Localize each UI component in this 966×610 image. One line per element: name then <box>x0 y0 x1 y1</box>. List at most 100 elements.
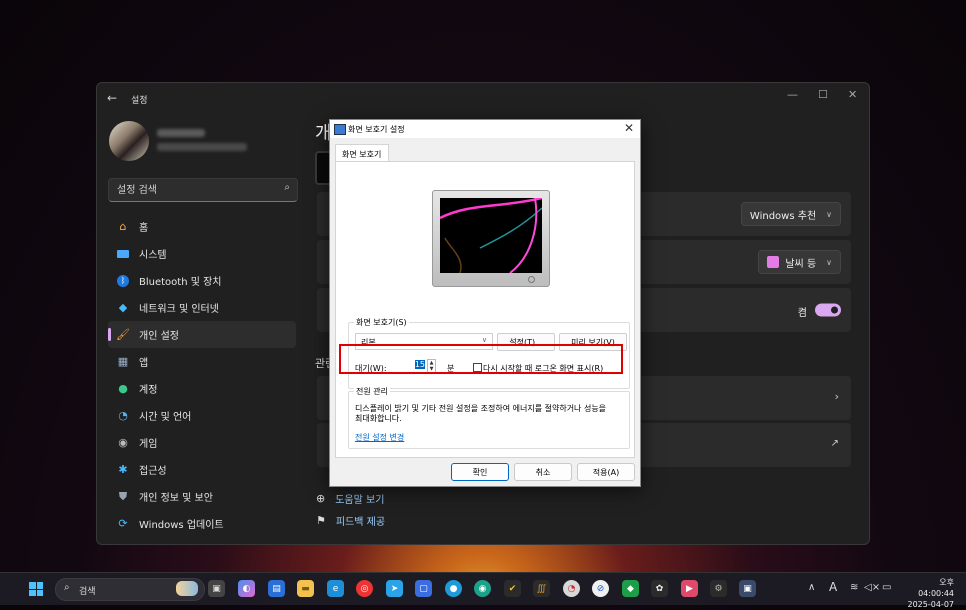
dropdown-value: 날씨 등 <box>785 258 817 270</box>
power-settings-link[interactable]: 전원 설정 변경 <box>355 432 404 443</box>
file-explorer-icon[interactable]: ▬ <box>297 580 314 597</box>
chevron-right-icon: › <box>834 390 839 403</box>
sidebar-item-label: 네트워크 및 인터넷 <box>139 304 219 315</box>
sidebar-item-accounts[interactable]: ● 계정 <box>108 375 296 402</box>
stripes-app-icon[interactable]: ∭ <box>533 580 550 597</box>
taskbar-clock[interactable]: 오후 04:00:44 2025-04-07 <box>902 577 955 610</box>
ok-button[interactable]: 확인 <box>451 463 509 481</box>
minimize-icon[interactable]: — <box>787 88 798 101</box>
dialog-title: 화면 보호기 설정 <box>348 125 405 134</box>
battery-icon[interactable]: ▭ <box>882 582 891 593</box>
tray-overflow-chevron-icon[interactable]: ∧ <box>808 582 815 593</box>
update-icon: ⟳ <box>118 517 128 530</box>
apply-button[interactable]: 적용(A) <box>577 463 635 481</box>
dialog-titlebar: 화면 보호기 설정 ✕ <box>330 120 640 138</box>
sidebar-item-bluetooth[interactable]: ᛒ Bluetooth 및 장치 <box>108 267 296 294</box>
maximize-icon[interactable]: ☐ <box>818 88 828 101</box>
screensaver-taskbar-icon[interactable]: ▣ <box>739 580 756 597</box>
ime-indicator[interactable]: A <box>829 580 837 594</box>
tab-screensaver[interactable]: 화면 보호기 <box>335 144 389 162</box>
start-button[interactable] <box>29 582 43 596</box>
screensaver-app-icon <box>334 124 346 135</box>
windows-logo-pane <box>29 589 36 596</box>
chatgpt-icon[interactable]: ✿ <box>651 580 668 597</box>
wifi-tray-icon[interactable]: ≋ <box>850 582 858 593</box>
monitor-power-led <box>528 276 535 283</box>
power-group: 전원 관리 디스플레이 밝기 및 기타 전원 설정을 조정하여 에너지를 절약하… <box>348 386 630 449</box>
screensaver-preview-image <box>440 198 542 273</box>
evernote-icon[interactable]: ◆ <box>622 580 639 597</box>
green-app-icon[interactable]: ◉ <box>474 580 491 597</box>
help-link-label: 도움말 보기 <box>335 495 385 506</box>
tab-label: 화면 보호기 <box>342 150 382 159</box>
person-icon: ● <box>118 382 128 395</box>
sidebar-item-apps[interactable]: ▦ 앱 <box>108 348 296 375</box>
sidebar-item-label: 개인 정보 및 보안 <box>139 493 213 504</box>
sidebar-item-label: 계정 <box>139 385 158 396</box>
checkmark-app-icon[interactable]: ✔ <box>504 580 521 597</box>
feedback-link-label: 피드백 제공 <box>335 517 386 528</box>
sidebar-item-label: Windows 업데이트 <box>139 520 224 531</box>
feedback-icon: ⚑ <box>316 514 326 527</box>
sidebar-item-system[interactable]: 시스템 <box>108 240 296 267</box>
sidebar-item-accessibility[interactable]: ✱ 접근성 <box>108 456 296 483</box>
sidebar-item-gaming[interactable]: ◉ 게임 <box>108 429 296 456</box>
sidebar-item-windows-update[interactable]: ⟳ Windows 업데이트 <box>108 510 296 537</box>
windows-recommend-dropdown[interactable]: Windows 추천 ∨ <box>740 202 841 226</box>
windows-logo-pane <box>36 582 43 589</box>
bluetooth-icon: ᛒ <box>116 274 130 288</box>
button-label: 확인 <box>472 467 488 477</box>
weather-dropdown[interactable]: 날씨 등 ∨ <box>758 250 841 274</box>
chat-app-icon[interactable]: ▢ <box>415 580 432 597</box>
external-link-icon: ↗ <box>830 438 839 449</box>
task-view-icon[interactable]: ▣ <box>208 580 225 597</box>
cancel-button[interactable]: 취소 <box>514 463 572 481</box>
home-icon: ⌂ <box>119 220 127 233</box>
power-description: 디스플레이 밝기 및 기타 전원 설정을 조정하여 에너지를 절약하거나 성능을… <box>355 404 607 423</box>
weather-widget-icon <box>767 256 780 268</box>
dropdown-value: Windows 추천 <box>749 210 817 222</box>
close-icon[interactable]: ✕ <box>624 121 634 135</box>
taskbar-search[interactable]: ⌕ 검색 <box>55 578 205 601</box>
blue-circle-app-icon[interactable]: ⊘ <box>592 580 609 597</box>
sidebar-item-time-language[interactable]: ◔ 시간 및 언어 <box>108 402 296 429</box>
wifi-icon: ◆ <box>118 301 128 314</box>
volume-icon[interactable]: ◁× <box>864 582 880 593</box>
sidebar-item-label: 게임 <box>139 439 158 450</box>
close-icon[interactable]: ✕ <box>848 88 857 101</box>
bird-app-icon[interactable]: ➤ <box>386 580 403 597</box>
sidebar-item-label: 시간 및 언어 <box>139 412 192 423</box>
sidebar-item-label: 접근성 <box>139 466 167 477</box>
sidebar-item-privacy[interactable]: ⛊ 개인 정보 및 보안 <box>108 483 296 510</box>
settings-nav: ⌂ 홈 시스템 ᛒ Bluetooth 및 장치 ◆ 네트워크 및 인터넷 🖌 … <box>108 213 296 537</box>
store-icon[interactable]: ▤ <box>268 580 285 597</box>
sidebar-item-label: Bluetooth 및 장치 <box>139 277 222 288</box>
sidebar-item-personalization[interactable]: 🖌 개인 설정 <box>108 321 296 348</box>
highlight-box <box>339 344 623 374</box>
avatar <box>109 121 149 161</box>
help-link[interactable]: ⊕ 도움말 보기 <box>316 491 384 506</box>
toggle-switch[interactable] <box>815 303 841 317</box>
help-icon: ⊕ <box>316 492 326 505</box>
taskbar: ⌕ 검색 ▣ ◐ ▤ ▬ e ◎ ➤ ▢ ● ◉ ✔ ∭ ◔ ⊘ ◆ ✿ ▶ ⚙… <box>0 572 966 609</box>
settings-search[interactable]: ⌕ <box>108 178 298 202</box>
media-app-icon[interactable]: ▶ <box>681 580 698 597</box>
settings-window-title: 설정 <box>131 96 148 106</box>
sidebar-item-network[interactable]: ◆ 네트워크 및 인터넷 <box>108 294 296 321</box>
settings-search-input[interactable] <box>115 182 279 198</box>
settings-gear-icon[interactable]: ⚙ <box>710 580 727 597</box>
back-arrow-icon[interactable]: ← <box>107 91 117 105</box>
sidebar-item-home[interactable]: ⌂ 홈 <box>108 213 296 240</box>
search-icon: ⌕ <box>64 582 70 593</box>
feedback-link[interactable]: ⚑ 피드백 제공 <box>316 513 385 528</box>
chrome-icon[interactable]: ◎ <box>356 580 373 597</box>
monitor-preview <box>432 190 550 287</box>
button-label: 적용(A) <box>592 467 620 477</box>
edge-icon[interactable]: e <box>327 580 344 597</box>
monitor-icon <box>116 247 130 261</box>
zoom-icon[interactable]: ● <box>445 580 462 597</box>
circle-app-icon[interactable]: ◔ <box>563 580 580 597</box>
screensaver-tab-panel: 화면 보호기(S) 리본 ∨ 설정(T)... 미리 보기(V) 대기(W): … <box>335 161 635 458</box>
screensaver-dialog: 화면 보호기 설정 ✕ 화면 보호기 화면 보호기(S) 리본 ∨ 설정(T).… <box>329 119 641 487</box>
copilot-icon[interactable]: ◐ <box>238 580 255 597</box>
